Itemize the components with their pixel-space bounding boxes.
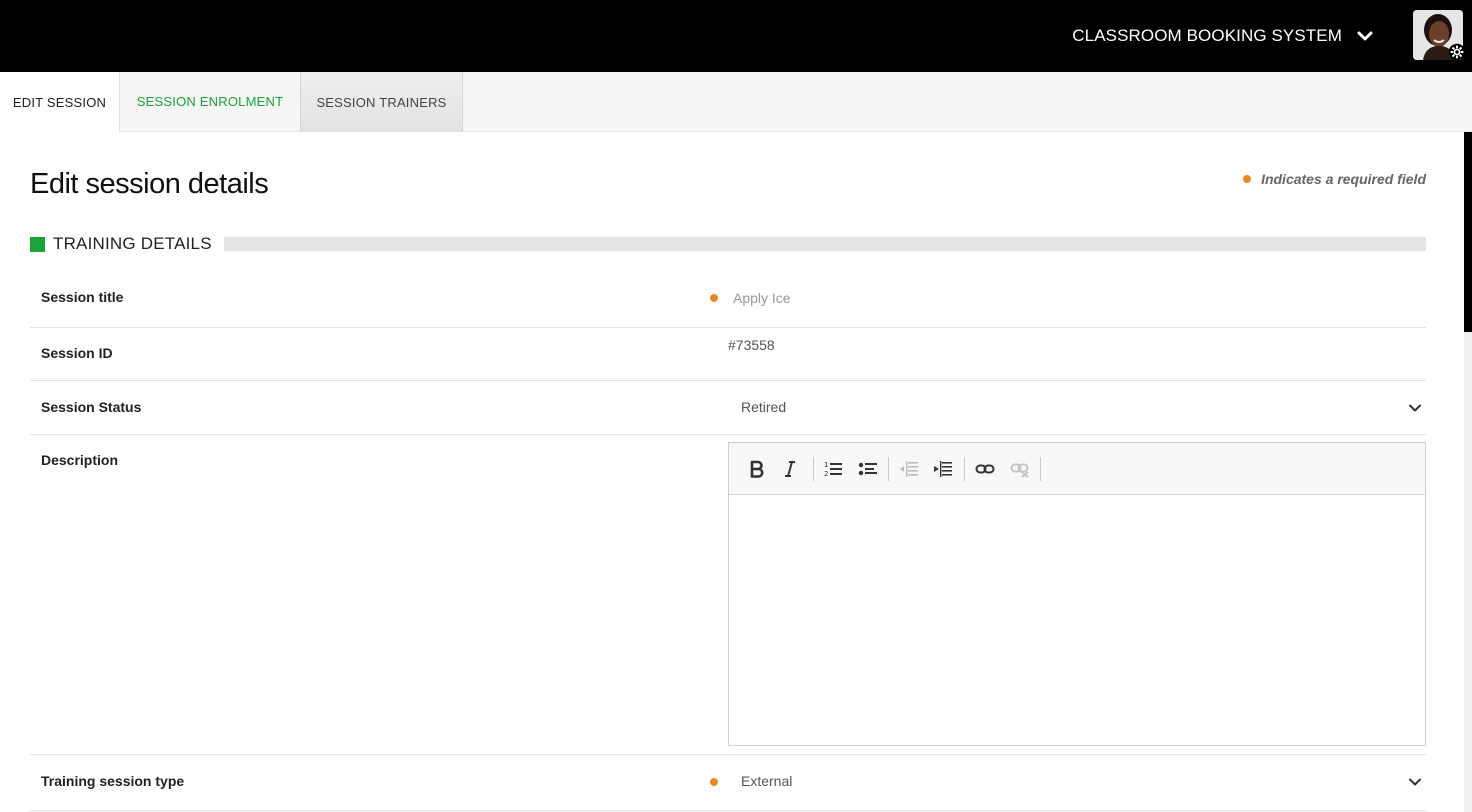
unlink-button[interactable] bbox=[1007, 457, 1033, 481]
numbered-list-icon: 1 2 bbox=[824, 461, 842, 478]
required-field-note: Indicates a required field bbox=[1243, 171, 1426, 187]
page-scrollbar[interactable] bbox=[1464, 132, 1472, 812]
app-switcher[interactable]: CLASSROOM BOOKING SYSTEM bbox=[1072, 22, 1374, 50]
outdent-button[interactable] bbox=[896, 457, 922, 481]
bold-icon bbox=[750, 460, 764, 478]
toolbar-separator bbox=[813, 457, 814, 481]
field-row-session-status: Session Status Retired bbox=[30, 381, 1426, 435]
required-indicator-icon bbox=[1243, 175, 1252, 183]
bulleted-list-icon bbox=[858, 462, 877, 476]
outdent-icon bbox=[900, 461, 918, 477]
session-title-label: Session title bbox=[41, 289, 124, 305]
required-indicator-icon bbox=[710, 294, 718, 302]
training-session-type-label: Training session type bbox=[41, 773, 185, 789]
field-row-session-title: Session title Apply Ice bbox=[30, 272, 1426, 328]
user-avatar[interactable] bbox=[1413, 10, 1466, 61]
field-row-description: Description 1 2 bbox=[30, 435, 1426, 755]
link-button[interactable] bbox=[972, 457, 998, 481]
svg-text:2: 2 bbox=[824, 470, 828, 478]
editor-toolbar: 1 2 bbox=[729, 443, 1425, 495]
bold-button[interactable] bbox=[744, 457, 770, 481]
toolbar-separator bbox=[964, 457, 965, 481]
tab-label: SESSION ENROLMENT bbox=[136, 93, 284, 109]
tab-label: EDIT SESSION bbox=[12, 94, 107, 110]
session-status-select[interactable]: Retired bbox=[741, 399, 786, 415]
toolbar-separator bbox=[1040, 457, 1041, 481]
field-row-session-id: Session ID #73558 bbox=[30, 328, 1426, 381]
tab-edit-session[interactable]: EDIT SESSION bbox=[0, 72, 120, 132]
chevron-down-icon[interactable] bbox=[1408, 775, 1422, 789]
link-icon bbox=[975, 464, 995, 474]
description-editor-body[interactable] bbox=[729, 495, 1425, 745]
bulleted-list-button[interactable] bbox=[855, 457, 881, 481]
chevron-down-icon[interactable] bbox=[1408, 401, 1422, 415]
section-marker-icon bbox=[30, 236, 45, 252]
tab-bar: EDIT SESSION SESSION ENROLMENT SESSION T… bbox=[0, 72, 1472, 132]
tab-session-enrolment[interactable]: SESSION ENROLMENT bbox=[120, 72, 300, 132]
required-indicator-icon bbox=[710, 778, 718, 786]
svg-text:1: 1 bbox=[824, 461, 828, 469]
unlink-icon bbox=[1010, 463, 1029, 478]
numbered-list-button[interactable]: 1 2 bbox=[820, 457, 846, 481]
description-rich-text-editor: 1 2 bbox=[728, 442, 1426, 746]
scrollbar-thumb[interactable] bbox=[1464, 132, 1472, 332]
session-title-input[interactable]: Apply Ice bbox=[733, 290, 791, 306]
indent-button[interactable] bbox=[930, 457, 956, 481]
top-bar: CLASSROOM BOOKING SYSTEM bbox=[0, 0, 1472, 72]
session-status-label: Session Status bbox=[41, 399, 142, 415]
gear-icon[interactable] bbox=[1448, 43, 1466, 61]
page-title: Edit session details bbox=[30, 168, 269, 200]
toolbar-separator bbox=[888, 457, 889, 481]
required-note-text: Indicates a required field bbox=[1261, 171, 1426, 187]
italic-icon bbox=[785, 461, 795, 477]
chevron-down-icon bbox=[1357, 31, 1373, 41]
italic-button[interactable] bbox=[777, 457, 803, 481]
indent-icon bbox=[934, 461, 952, 477]
description-label: Description bbox=[41, 452, 119, 468]
section-header-training-details: TRAINING DETAILS bbox=[30, 232, 1426, 256]
section-divider bbox=[223, 237, 1426, 251]
section-label: TRAINING DETAILS bbox=[53, 234, 212, 253]
session-id-value: #73558 bbox=[728, 337, 775, 353]
tab-session-trainers[interactable]: SESSION TRAINERS bbox=[300, 72, 463, 132]
field-row-training-session-type: Training session type External bbox=[30, 755, 1426, 811]
training-session-type-select[interactable]: External bbox=[741, 773, 792, 789]
session-id-label: Session ID bbox=[41, 345, 113, 361]
tab-label: SESSION TRAINERS bbox=[316, 94, 447, 110]
app-name: CLASSROOM BOOKING SYSTEM bbox=[1072, 26, 1342, 45]
